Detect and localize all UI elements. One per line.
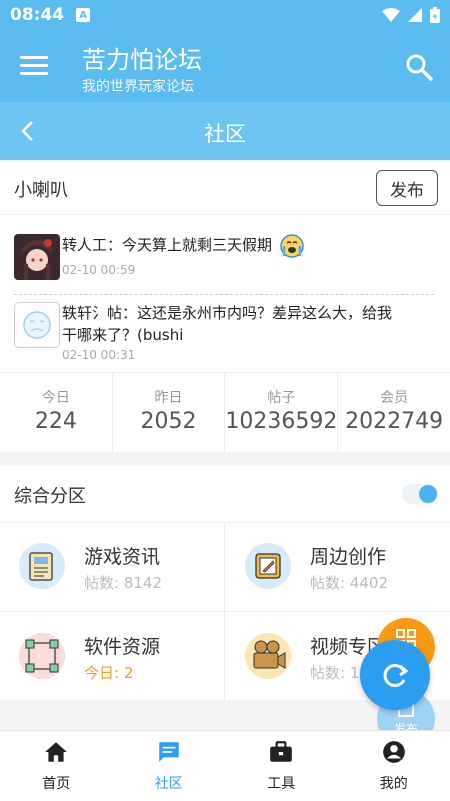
status-time: 08:44 — [10, 5, 64, 25]
app-bar: 苦力怕论坛 我的世界玩家论坛 — [0, 30, 450, 102]
network-nodes-icon — [18, 632, 66, 680]
nav-label: 首页 — [0, 773, 113, 793]
newspaper-icon — [18, 542, 66, 590]
nav-community[interactable]: 社区 — [113, 731, 226, 801]
nav-home[interactable]: 首页 — [0, 731, 113, 801]
stat-posts: 帖子 10236592 — [225, 373, 338, 453]
avatar — [14, 302, 60, 348]
toolbox-icon — [268, 739, 294, 765]
toggle-knob — [419, 485, 437, 503]
forum-name: 周边创作 — [310, 542, 386, 569]
feed-item[interactable]: 轶轩氵帖：这还是永州市内吗？差异这么大，给我干哪来了？(bushi 02-10 … — [14, 302, 438, 366]
forum-count: 帖数: 8142 — [84, 572, 162, 593]
forum-count: 今日: 2 — [84, 662, 133, 683]
stat-yesterday: 昨日 2052 — [113, 373, 226, 453]
wifi-icon — [382, 8, 400, 22]
forum-game-news[interactable]: 游戏资讯 帖数: 8142 — [0, 522, 224, 610]
battery-icon — [430, 7, 440, 23]
stat-label: 今日 — [0, 387, 112, 407]
app-subtitle: 我的世界玩家论坛 — [82, 76, 194, 96]
sub-bar: 社区 — [0, 102, 450, 160]
stat-value: 224 — [0, 409, 112, 434]
section-title: 综合分区 — [14, 482, 86, 508]
crying-emoji-icon — [280, 234, 304, 258]
stat-label: 昨日 — [113, 387, 225, 407]
forum-name: 软件资源 — [84, 632, 160, 659]
signal-icon — [408, 8, 422, 22]
forum-count: 帖数: 4402 — [310, 572, 388, 593]
menu-icon[interactable] — [18, 52, 50, 80]
feed-header: 小喇叭 发布 — [0, 162, 450, 215]
feed-time: 02-10 00:31 — [62, 348, 135, 362]
avatar — [14, 234, 60, 280]
stat-value: 2022749 — [338, 409, 450, 434]
pencil-frame-icon — [244, 542, 292, 590]
user-icon — [381, 739, 407, 765]
refresh-icon — [360, 640, 430, 710]
stat-label: 帖子 — [225, 387, 337, 407]
stat-value: 2052 — [113, 409, 225, 434]
announcement-card: 小喇叭 发布 转人工：今天算上就剩三天假期 02-10 00:59 — [0, 162, 450, 452]
section-header: 综合分区 — [0, 466, 450, 523]
forum-stats: 今日 224 昨日 2052 帖子 10236592 会员 2022749 — [0, 372, 450, 453]
stat-today: 今日 224 — [0, 373, 113, 453]
forum-software-resources[interactable]: 软件资源 今日: 2 — [0, 612, 224, 700]
section-toggle[interactable] — [402, 484, 438, 504]
refresh-fab-button[interactable] — [360, 640, 430, 710]
stat-value: 10236592 — [225, 409, 337, 434]
feed-message: 转人工：今天算上就剩三天假期 — [62, 234, 402, 256]
nav-tools[interactable]: 工具 — [225, 731, 338, 801]
app-title: 苦力怕论坛 — [82, 40, 202, 75]
search-icon[interactable] — [404, 52, 434, 82]
video-camera-icon — [244, 632, 292, 680]
nav-label: 社区 — [113, 773, 226, 793]
page-title: 社区 — [0, 118, 450, 148]
feed-title: 小喇叭 — [14, 176, 68, 202]
stat-members: 会员 2022749 — [338, 373, 450, 453]
status-bar: 08:44 A — [0, 0, 450, 30]
chat-icon — [156, 739, 182, 765]
feed-item[interactable]: 转人工：今天算上就剩三天假期 02-10 00:59 — [14, 234, 438, 284]
notification-a-icon: A — [76, 8, 90, 22]
bottom-nav: 首页 社区 工具 我的 — [0, 730, 450, 801]
home-icon — [43, 739, 69, 765]
feed-time: 02-10 00:59 — [62, 263, 135, 277]
nav-label: 我的 — [338, 773, 450, 793]
feed-message: 轶轩氵帖：这还是永州市内吗？差异这么大，给我干哪来了？(bushi — [62, 302, 402, 346]
nav-label: 工具 — [225, 773, 338, 793]
nav-me[interactable]: 我的 — [338, 731, 450, 801]
divider — [14, 294, 434, 295]
post-button[interactable]: 发布 — [376, 170, 438, 206]
forum-fan-creation[interactable]: 周边创作 帖数: 4402 — [226, 522, 450, 610]
forum-name: 游戏资讯 — [84, 542, 160, 569]
forum-count: 帖数: 1 — [310, 662, 359, 683]
stat-label: 会员 — [338, 387, 450, 407]
